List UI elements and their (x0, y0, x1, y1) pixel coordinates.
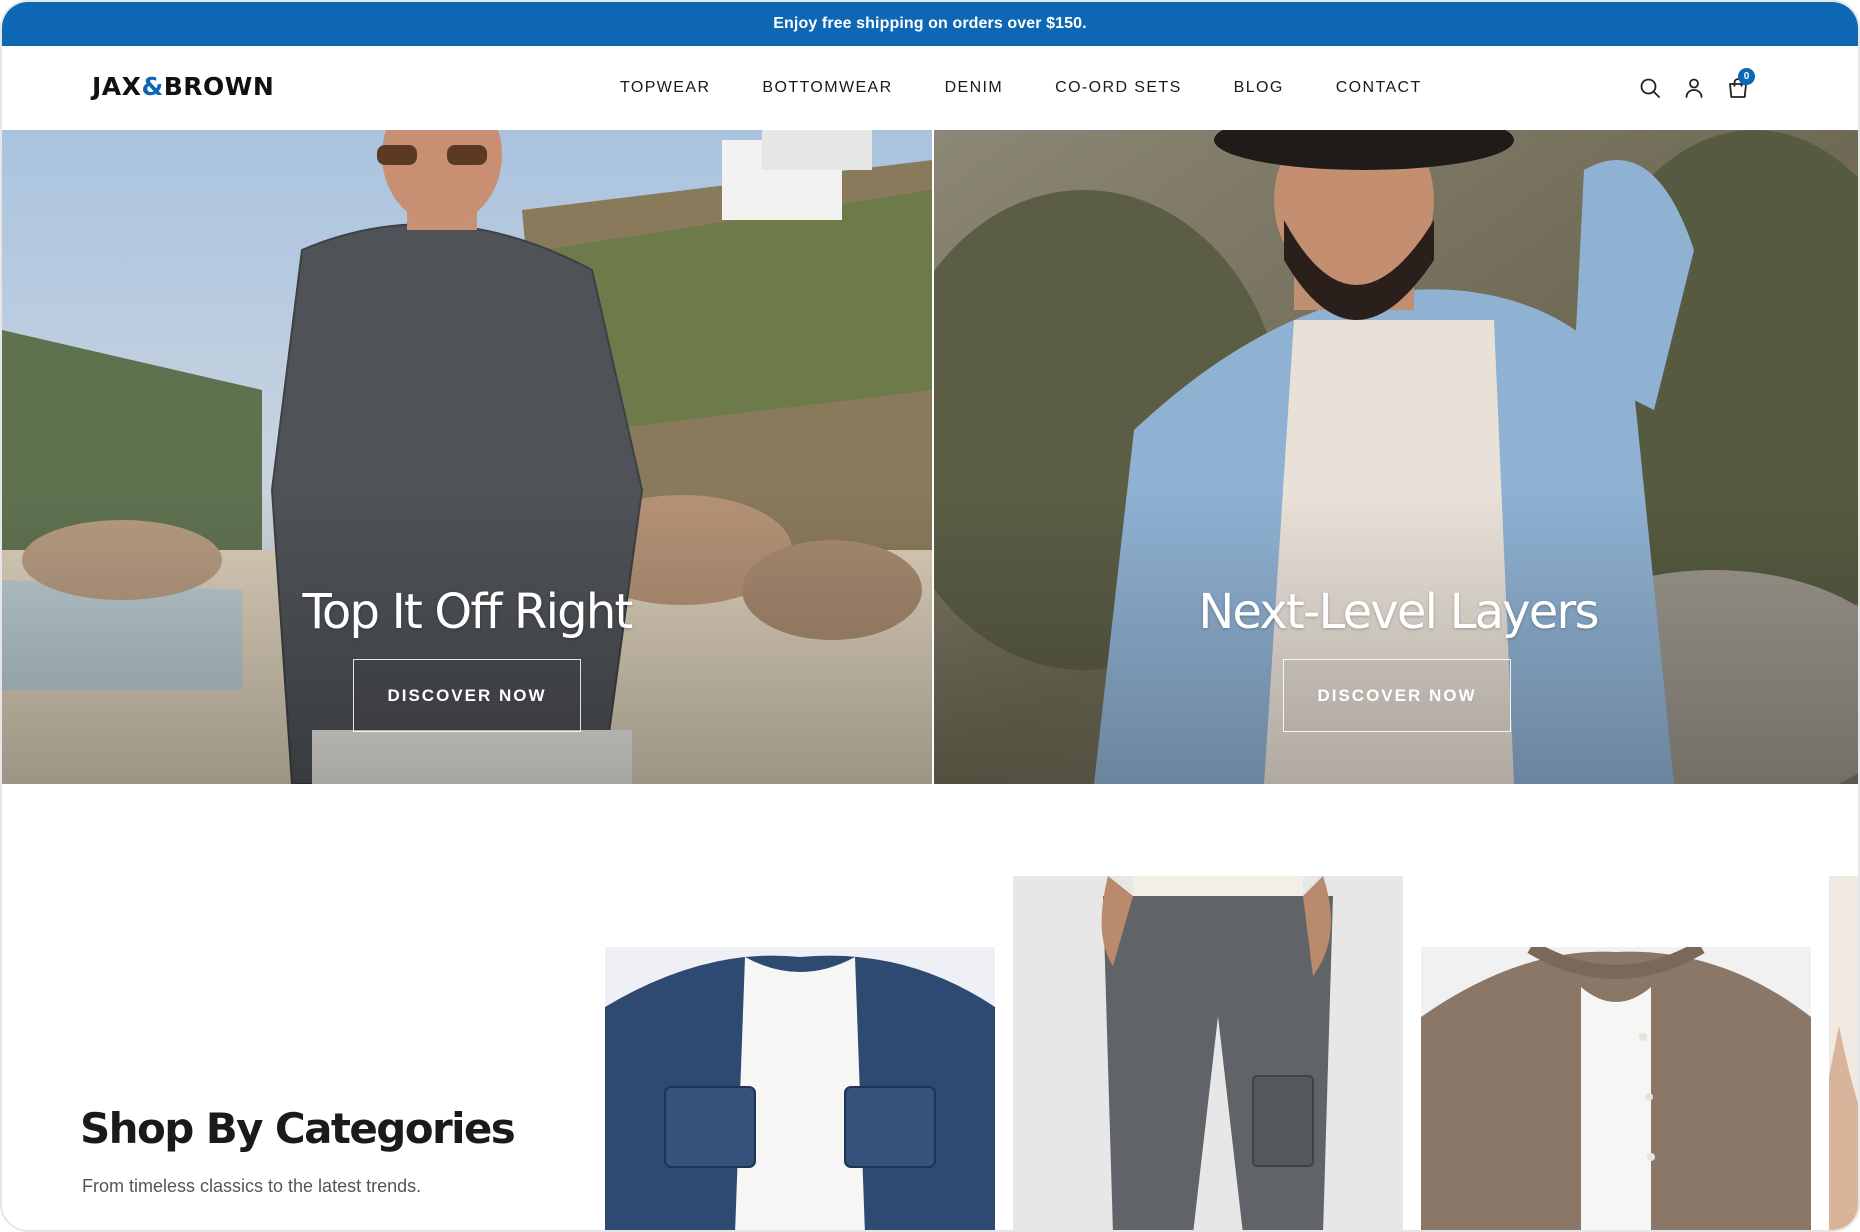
categories-subtitle: From timeless classics to the latest tre… (82, 1176, 422, 1196)
hero-topwear-title: Top It Off Right (302, 584, 634, 640)
header-icons: 0 (1638, 68, 1755, 100)
category-card-denim-jacket[interactable] (605, 947, 995, 1230)
cargo-pants-image (1013, 876, 1403, 1230)
announcement-text: Enjoy free shipping on orders over $150. (773, 15, 1087, 32)
brand-logo[interactable]: JAX&BROWN (92, 72, 274, 101)
shopping-bag-icon[interactable]: 0 (1726, 68, 1755, 100)
search-icon[interactable] (1638, 76, 1662, 100)
categories-heading: Shop By Categories (80, 1104, 516, 1153)
brand-logo-left: JAX (92, 72, 142, 101)
nav-bottomwear[interactable]: BOTTOMWEAR (762, 79, 892, 97)
user-icon[interactable] (1682, 76, 1706, 100)
hero-banner-topwear[interactable]: Top It Off Right DISCOVER NOW (2, 130, 932, 784)
nav-topwear[interactable]: TOPWEAR (620, 79, 710, 97)
denim-jacket-image (605, 947, 995, 1230)
hero-denim-discover-button[interactable]: DISCOVER NOW (1283, 659, 1511, 732)
category-card-partial[interactable] (1829, 876, 1858, 1230)
category-card-bomber-jacket[interactable] (1421, 947, 1811, 1230)
brand-logo-right: BROWN (163, 72, 275, 101)
hero-banner-denim[interactable]: Next-Level Layers DISCOVER NOW (934, 130, 1858, 784)
category-card-cargo-pants[interactable] (1013, 876, 1403, 1230)
cart-count-badge: 0 (1738, 68, 1755, 85)
announcement-bar: Enjoy free shipping on orders over $150. (2, 2, 1858, 46)
main-nav: TOPWEAR BOTTOMWEAR DENIM CO-ORD SETS BLO… (620, 46, 1474, 130)
nav-co-ord-sets[interactable]: CO-ORD SETS (1055, 79, 1182, 97)
nav-denim[interactable]: DENIM (945, 79, 1004, 97)
partial-category-image (1829, 876, 1858, 1230)
bomber-jacket-image (1421, 947, 1811, 1230)
page-frame: Enjoy free shipping on orders over $150.… (0, 0, 1860, 1232)
nav-blog[interactable]: BLOG (1234, 79, 1284, 97)
hero-topwear-discover-button[interactable]: DISCOVER NOW (353, 659, 581, 732)
nav-contact[interactable]: CONTACT (1336, 79, 1422, 97)
site-header: JAX&BROWN TOPWEAR BOTTOMWEAR DENIM CO-OR… (2, 46, 1858, 130)
hero-denim-title: Next-Level Layers (1198, 584, 1599, 640)
brand-logo-amp: & (141, 72, 164, 101)
